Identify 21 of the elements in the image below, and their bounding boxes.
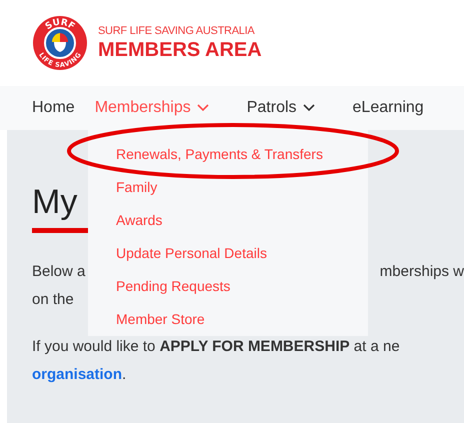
dropdown-menu-item[interactable]: Member Store: [88, 303, 368, 336]
chevron-down-icon: [196, 104, 209, 112]
logo-title: MEMBERS AREA: [98, 38, 262, 62]
logo-subtitle: SURF LIFE SAVING AUSTRALIA: [98, 24, 256, 38]
nav-item[interactable]: Patrols: [246, 96, 315, 120]
nav-item[interactable]: Memberships: [94, 96, 209, 120]
nav-item[interactable]: eLearning: [352, 96, 424, 120]
paragraph-text: Below a: [32, 262, 86, 282]
paragraph-text: on the: [32, 290, 74, 310]
chevron-down-icon: [302, 104, 315, 112]
nav-item[interactable]: Home: [32, 96, 75, 120]
page-heading: My: [32, 182, 78, 222]
dropdown-menu-item[interactable]: Update Personal Details: [88, 237, 368, 270]
paragraph-text: If you would like to APPLY FOR MEMBERSHIP at a ne: [32, 338, 400, 356]
dropdown-menu-item[interactable]: Awards: [88, 204, 368, 237]
heading-underline: [32, 228, 88, 233]
paragraph-text: mberships w: [380, 262, 464, 282]
dropdown-menu-item[interactable]: Pending Requests: [88, 270, 368, 303]
dropdown-menu-item[interactable]: Family: [88, 171, 368, 204]
organisation-link[interactable]: organisation: [32, 366, 122, 384]
paragraph-text: .: [122, 366, 126, 384]
